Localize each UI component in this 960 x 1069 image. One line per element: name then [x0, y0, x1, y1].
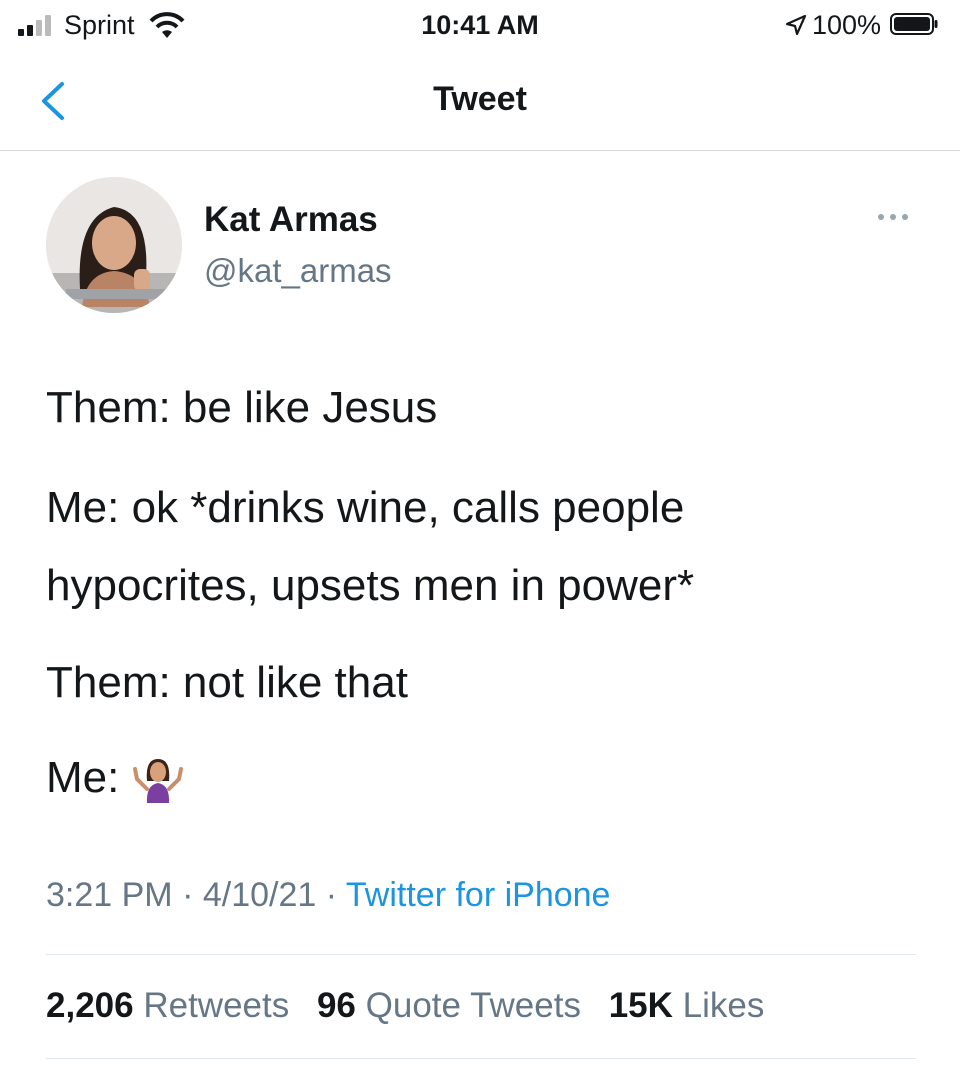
retweets-count: 2,206 [46, 986, 134, 1025]
quote-tweets-label: Quote Tweets [365, 986, 581, 1025]
battery-percent: 100% [812, 10, 882, 40]
tweet-stats: 2,206 Retweets 96 Quote Tweets 15K Likes [46, 986, 782, 1026]
tweet-text-line: Me: ok *drinks wine, calls people [46, 483, 685, 532]
divider [46, 954, 916, 955]
divider [46, 1058, 916, 1059]
more-options-icon[interactable] [876, 210, 910, 224]
tweet-date: 4/10/21 [202, 876, 317, 914]
tweet-time: 3:21 PM [46, 876, 173, 914]
likes-label: Likes [682, 986, 765, 1025]
location-arrow-icon [785, 14, 807, 36]
quote-tweets-stat[interactable]: 96 Quote Tweets [317, 986, 581, 1025]
tweet-text-last-line: Me: [46, 752, 184, 805]
profile-photo-icon [46, 177, 182, 313]
likes-count: 15K [608, 986, 673, 1025]
avatar[interactable] [46, 177, 182, 313]
battery-icon [890, 13, 938, 35]
retweets-label: Retweets [143, 986, 290, 1025]
person-shrugging-emoji-icon [133, 759, 184, 804]
tweet-source-link[interactable]: Twitter for iPhone [346, 876, 611, 914]
author-handle[interactable]: @kat_armas [204, 252, 392, 290]
tweet-text-line: hypocrites, upsets men in power* [46, 561, 695, 610]
likes-stat[interactable]: 15K Likes [609, 986, 765, 1025]
tweet-meta: 3:21 PM · 4/10/21 · Twitter for iPhone [46, 876, 611, 914]
tweet-text-line: Me: [46, 753, 120, 802]
author-name[interactable]: Kat Armas [204, 200, 378, 240]
tweet-text-line: Them: not like that [46, 658, 408, 707]
status-bar: Sprint 10:41 AM 100% [0, 0, 960, 50]
quote-tweets-count: 96 [316, 986, 356, 1025]
tweet-text-line: Them: be like Jesus [46, 383, 438, 432]
page-title: Tweet [433, 80, 527, 118]
retweets-stat[interactable]: 2,206 Retweets [46, 986, 289, 1025]
nav-bar: Tweet [0, 60, 960, 151]
